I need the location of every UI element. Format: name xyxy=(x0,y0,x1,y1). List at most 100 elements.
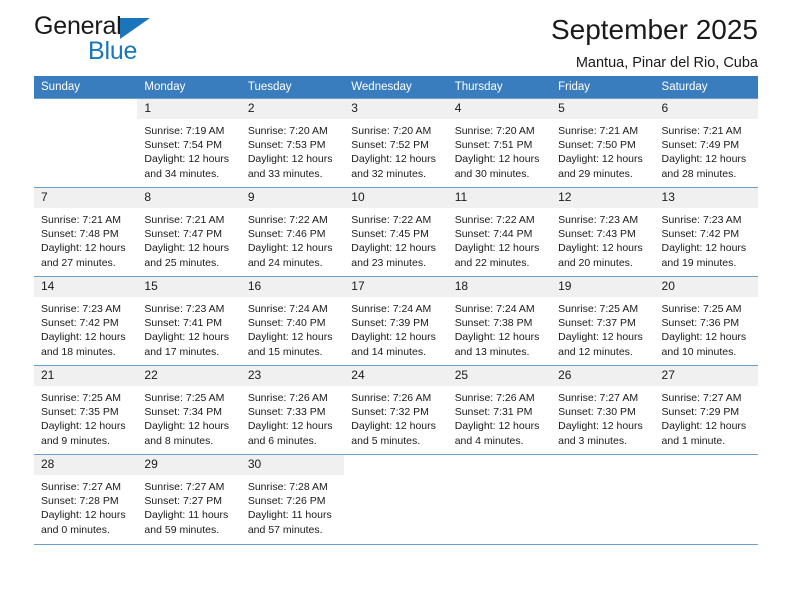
day-cell[interactable]: 23 Sunrise: 7:26 AM Sunset: 7:33 PM Dayligh… xyxy=(240,365,345,455)
daylight-text-line1: Daylight: 12 hours xyxy=(558,420,643,433)
day-cell[interactable]: 27 Sunrise: 7:27 AM Sunset: 7:29 PM Dayligh… xyxy=(654,365,758,455)
daylight-text-line2: and 12 minutes. xyxy=(558,345,633,358)
day-cell[interactable]: 7 Sunrise: 7:21 AM Sunset: 7:48 PM Daylight… xyxy=(34,187,138,277)
day-number: 19 xyxy=(551,277,655,297)
day-details: Sunrise: 7:22 AM Sunset: 7:46 PM Daylight:… xyxy=(241,208,344,270)
generalblue-logo: General Blue xyxy=(34,12,264,68)
day-cell[interactable]: 4 Sunrise: 7:20 AM Sunset: 7:51 PM Daylight… xyxy=(447,98,552,188)
day-cell[interactable]: 15 Sunrise: 7:23 AM Sunset: 7:41 PM Dayligh… xyxy=(137,276,241,366)
logo-text-blue: Blue xyxy=(88,37,138,65)
sunset-text: Sunset: 7:37 PM xyxy=(558,317,636,330)
day-number: 18 xyxy=(447,277,552,297)
sunset-text: Sunset: 7:26 PM xyxy=(247,495,326,508)
daylight-text-line2: and 9 minutes. xyxy=(41,434,110,447)
day-cell[interactable]: 22 Sunrise: 7:25 AM Sunset: 7:34 PM Dayligh… xyxy=(137,365,241,455)
day-details: Sunrise: 7:24 AM Sunset: 7:40 PM Daylight:… xyxy=(241,297,344,359)
day-number: 29 xyxy=(137,455,241,475)
day-details: Sunrise: 7:27 AM Sunset: 7:28 PM Daylight:… xyxy=(34,475,137,537)
calendar-week-row: 21 Sunrise: 7:25 AM Sunset: 7:35 PM Dayligh… xyxy=(34,365,758,455)
sunset-text: Sunset: 7:29 PM xyxy=(661,406,740,419)
day-cell[interactable]: 18 Sunrise: 7:24 AM Sunset: 7:38 PM Dayligh… xyxy=(447,276,552,366)
day-details: Sunrise: 7:23 AM Sunset: 7:41 PM Daylight:… xyxy=(137,297,240,359)
weekday-header-friday: Friday xyxy=(551,76,655,99)
daylight-text-line1: Daylight: 12 hours xyxy=(661,420,747,433)
day-cell[interactable]: 20 Sunrise: 7:25 AM Sunset: 7:36 PM Dayligh… xyxy=(654,276,758,366)
day-number: 25 xyxy=(447,366,552,386)
day-cell-empty xyxy=(654,454,758,544)
sunset-text: Sunset: 7:31 PM xyxy=(454,406,533,419)
sunset-text: Sunset: 7:39 PM xyxy=(351,317,429,330)
sunrise-text: Sunrise: 7:25 AM xyxy=(558,303,639,315)
day-cell[interactable]: 29 Sunrise: 7:27 AM Sunset: 7:27 PM Dayligh… xyxy=(137,454,241,544)
day-cell[interactable]: 10 Sunrise: 7:22 AM Sunset: 7:45 PM Dayligh… xyxy=(344,187,448,277)
day-cell[interactable]: 14 Sunrise: 7:23 AM Sunset: 7:42 PM Dayligh… xyxy=(34,276,138,366)
day-details: Sunrise: 7:26 AM Sunset: 7:31 PM Daylight:… xyxy=(448,386,551,448)
sunrise-text: Sunrise: 7:25 AM xyxy=(144,392,225,404)
day-cell[interactable]: 9 Sunrise: 7:22 AM Sunset: 7:46 PM Daylight… xyxy=(240,187,345,277)
day-details: Sunrise: 7:22 AM Sunset: 7:45 PM Daylight:… xyxy=(344,208,447,270)
day-number: 8 xyxy=(137,188,241,208)
day-number: 13 xyxy=(654,188,758,208)
sunrise-text: Sunrise: 7:23 AM xyxy=(661,214,742,226)
day-cell[interactable]: 19 Sunrise: 7:25 AM Sunset: 7:37 PM Dayligh… xyxy=(551,276,655,366)
weekday-header-wednesday: Wednesday xyxy=(344,76,448,99)
daylight-text-line2: and 4 minutes. xyxy=(454,434,524,447)
day-details: Sunrise: 7:23 AM Sunset: 7:42 PM Daylight:… xyxy=(655,208,758,270)
sunrise-text: Sunrise: 7:20 AM xyxy=(454,125,535,137)
day-details: Sunrise: 7:28 AM Sunset: 7:26 PM Daylight:… xyxy=(241,475,344,537)
daylight-text-line1: Daylight: 12 hours xyxy=(661,242,747,255)
daylight-text-line2: and 1 minute. xyxy=(661,434,726,447)
sunset-text: Sunset: 7:34 PM xyxy=(144,406,223,419)
daylight-text-line2: and 15 minutes. xyxy=(247,345,323,358)
day-cell[interactable]: 5 Sunrise: 7:21 AM Sunset: 7:50 PM Daylight… xyxy=(551,98,655,188)
day-number: 22 xyxy=(137,366,241,386)
daylight-text-line2: and 5 minutes. xyxy=(351,434,421,447)
day-cell-empty xyxy=(551,454,655,544)
day-details: Sunrise: 7:19 AM Sunset: 7:54 PM Daylight:… xyxy=(137,119,240,181)
day-cell[interactable]: 13 Sunrise: 7:23 AM Sunset: 7:42 PM Dayligh… xyxy=(654,187,758,277)
day-cell[interactable]: 16 Sunrise: 7:24 AM Sunset: 7:40 PM Dayligh… xyxy=(240,276,345,366)
day-cell-empty xyxy=(34,98,138,188)
daylight-text-line2: and 14 minutes. xyxy=(351,345,426,358)
day-cell[interactable]: 2 Sunrise: 7:20 AM Sunset: 7:53 PM Daylight… xyxy=(240,98,345,188)
day-details: Sunrise: 7:23 AM Sunset: 7:42 PM Daylight:… xyxy=(34,297,137,359)
daylight-text-line2: and 24 minutes. xyxy=(247,256,323,269)
day-number: 4 xyxy=(447,99,552,119)
daylight-text-line2: and 29 minutes. xyxy=(558,167,633,180)
day-cell[interactable]: 25 Sunrise: 7:26 AM Sunset: 7:31 PM Dayligh… xyxy=(447,365,552,455)
day-cell[interactable]: 1 Sunrise: 7:19 AM Sunset: 7:54 PM Daylight… xyxy=(137,98,241,188)
weekday-header-sunday: Sunday xyxy=(34,76,138,99)
day-number: 16 xyxy=(240,277,345,297)
day-cell-empty xyxy=(447,454,552,544)
daylight-text-line1: Daylight: 12 hours xyxy=(144,242,230,255)
day-details: Sunrise: 7:25 AM Sunset: 7:36 PM Daylight:… xyxy=(655,297,758,359)
sunset-text: Sunset: 7:42 PM xyxy=(661,228,740,241)
daylight-text-line1: Daylight: 11 hours xyxy=(144,509,229,522)
day-number: 24 xyxy=(344,366,448,386)
day-cell[interactable]: 26 Sunrise: 7:27 AM Sunset: 7:30 PM Dayligh… xyxy=(551,365,655,455)
day-cell[interactable]: 11 Sunrise: 7:22 AM Sunset: 7:44 PM Dayligh… xyxy=(447,187,552,277)
day-cell[interactable]: 28 Sunrise: 7:27 AM Sunset: 7:28 PM Dayligh… xyxy=(34,454,138,544)
day-cell[interactable]: 30 Sunrise: 7:28 AM Sunset: 7:26 PM Dayligh… xyxy=(240,454,345,544)
weekday-header-tuesday: Tuesday xyxy=(240,76,345,99)
day-cell[interactable]: 3 Sunrise: 7:20 AM Sunset: 7:52 PM Daylight… xyxy=(344,98,448,188)
daylight-text-line1: Daylight: 12 hours xyxy=(661,153,747,166)
sunrise-text: Sunrise: 7:22 AM xyxy=(454,214,535,226)
day-number: 28 xyxy=(34,455,138,475)
daylight-text-line2: and 34 minutes. xyxy=(144,167,220,180)
day-cell[interactable]: 12 Sunrise: 7:23 AM Sunset: 7:43 PM Dayligh… xyxy=(551,187,655,277)
weekday-header-thursday: Thursday xyxy=(447,76,552,99)
day-cell[interactable]: 24 Sunrise: 7:26 AM Sunset: 7:32 PM Dayligh… xyxy=(344,365,448,455)
daylight-text-line2: and 6 minutes. xyxy=(247,434,317,447)
weekday-header-monday: Monday xyxy=(137,76,241,99)
day-details: Sunrise: 7:27 AM Sunset: 7:29 PM Daylight:… xyxy=(655,386,758,448)
day-cell-empty xyxy=(344,454,448,544)
day-number: 3 xyxy=(344,99,448,119)
sunset-text: Sunset: 7:44 PM xyxy=(454,228,533,241)
day-cell[interactable]: 6 Sunrise: 7:21 AM Sunset: 7:49 PM Daylight… xyxy=(654,98,758,188)
day-cell[interactable]: 17 Sunrise: 7:24 AM Sunset: 7:39 PM Dayligh… xyxy=(344,276,448,366)
day-cell[interactable]: 21 Sunrise: 7:25 AM Sunset: 7:35 PM Dayligh… xyxy=(34,365,138,455)
day-number: 5 xyxy=(551,99,655,119)
sunrise-text: Sunrise: 7:22 AM xyxy=(247,214,328,226)
day-cell[interactable]: 8 Sunrise: 7:21 AM Sunset: 7:47 PM Daylight… xyxy=(137,187,241,277)
